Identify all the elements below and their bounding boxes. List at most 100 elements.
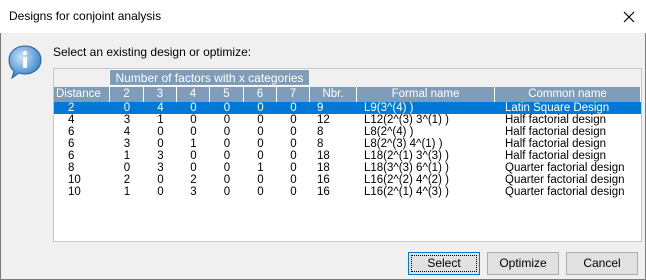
table-cell: 18	[317, 150, 330, 162]
table-cell: 3	[157, 150, 164, 162]
table-cell: L8(2^(4) )	[364, 126, 414, 138]
table-cell: 0	[223, 150, 231, 162]
table-cell: 0	[223, 102, 231, 114]
title-bar: Designs for conjoint analysis	[0, 0, 646, 34]
table-cell: 0	[190, 126, 197, 138]
select-button[interactable]: Select	[408, 252, 480, 275]
table-row[interactable]: 4 3 1 0 0 0 0 12 L12(2^(3) 3^(1) ) Half factorial…	[54, 114, 641, 126]
table-cell: L16(2^(1) 4^(3) )	[364, 186, 449, 198]
table-cell: 0	[290, 186, 297, 198]
table-cell: 2	[123, 174, 131, 186]
table-cell: 8	[317, 126, 324, 138]
table-cell: 3	[123, 138, 131, 150]
table-row[interactable]: 8 0 3 0 0 1 0 18 L18(3^(3) 6^(1) ) Quarter factor…	[54, 162, 641, 174]
table-cell: 0	[157, 126, 164, 138]
column-header-7[interactable]: Nbr. exp.	[310, 87, 357, 115]
table-cell: 6	[68, 150, 75, 162]
table-cell: 0	[257, 114, 264, 126]
table-cell: 9	[317, 102, 324, 114]
table-row[interactable]: 6 1 3 0 0 0 0 18 L18(2^(1) 3^(3) ) Half factorial…	[54, 150, 641, 162]
table-cell: 12	[317, 114, 330, 126]
column-header-2[interactable]: 3	[144, 87, 177, 102]
table-cell: 6	[68, 126, 75, 138]
table-cell: 16	[317, 186, 330, 198]
table-cell: Quarter factorial design	[505, 162, 625, 174]
table-row[interactable]: 2 0 4 0 0 0 0 9 L9(3^(4) ) Latin Square Design	[54, 102, 641, 114]
table-cell: 3	[123, 114, 131, 126]
table-cell: 10	[68, 186, 81, 198]
table-cell: 0	[223, 186, 231, 198]
table-cell: 0	[157, 138, 164, 150]
table-cell: 0	[123, 102, 131, 114]
table-cell: 4	[123, 126, 131, 138]
table-cell: 0	[190, 150, 197, 162]
table-row[interactable]: 10 1 0 3 0 0 0 16 L16(2^(1) 4^(3) ) Quarter facto…	[54, 186, 641, 198]
table-cell: 10	[68, 174, 81, 186]
table-cell: 0	[257, 138, 264, 150]
table-cell: 8	[68, 162, 75, 174]
table-cell: Quarter factorial design	[505, 174, 625, 186]
table-row[interactable]: 6 3 0 1 0 0 0 8 L8(2^(3) 4^(1) ) Half factorial d…	[54, 138, 641, 150]
table-cell: 3	[190, 186, 197, 198]
designs-table[interactable]: Number of factors with x categories Dist…	[53, 68, 642, 242]
column-header-6[interactable]: 7	[277, 87, 310, 102]
group-header-factors: Number of factors with x categories	[109, 69, 310, 86]
table-cell: Latin Square Design	[505, 102, 610, 114]
table-cell: 1	[157, 114, 164, 126]
column-header-0[interactable]: Distance	[54, 87, 110, 102]
table-row[interactable]: 10 2 0 2 0 0 0 16 L16(2^(2) 4^(2) ) Quarter facto…	[54, 174, 641, 186]
table-cell: L9(3^(4) )	[364, 102, 414, 114]
column-header-3[interactable]: 4	[177, 87, 210, 102]
column-header-8[interactable]: Formal name	[357, 87, 495, 102]
table-cell: 0	[257, 174, 264, 186]
instruction-text: Select an existing design or optimize:	[53, 45, 252, 59]
table-cell: 2	[190, 174, 197, 186]
table-cell: 0	[290, 174, 297, 186]
close-icon	[623, 11, 635, 22]
table-cell: 1	[123, 186, 131, 198]
window-title: Designs for conjoint analysis	[9, 9, 162, 23]
table-cell: Half factorial design	[505, 114, 606, 126]
table-cell: 1	[123, 150, 131, 162]
column-header-4[interactable]: 5	[210, 87, 244, 102]
table-cell: 16	[317, 174, 330, 186]
table-cell: 0	[257, 150, 264, 162]
table-cell: Half factorial design	[505, 126, 606, 138]
column-header-1[interactable]: 2	[110, 87, 144, 102]
table-cell: 0	[223, 126, 231, 138]
table-cell: 0	[290, 126, 297, 138]
close-button[interactable]	[612, 0, 646, 33]
table-cell: 1	[257, 162, 264, 174]
table-cell: 0	[223, 114, 231, 126]
table-cell: 0	[290, 150, 297, 162]
table-cell: L18(3^(3) 6^(1) )	[364, 162, 449, 174]
table-cell: 0	[290, 114, 297, 126]
table-cell: 0	[257, 102, 264, 114]
table-cell: 4	[68, 114, 75, 126]
info-icon	[8, 45, 42, 80]
table-cell: Half factorial design	[505, 138, 606, 150]
cancel-button[interactable]: Cancel	[566, 252, 638, 275]
table-cell: L16(2^(2) 4^(2) )	[364, 174, 449, 186]
table-cell: 0	[223, 162, 231, 174]
table-row[interactable]: 6 4 0 0 0 0 0 8 L8(2^(4) ) Half factorial design	[54, 126, 641, 138]
table-cell: 0	[223, 138, 231, 150]
table-cell: 0	[123, 162, 131, 174]
table-cell: 0	[190, 162, 197, 174]
table-rows: 2 0 4 0 0 0 0 9 L9(3^(4) ) Latin Square Design 4 3 1…	[54, 102, 641, 198]
table-cell: 4	[157, 102, 164, 114]
table-cell: 8	[317, 138, 324, 150]
table-cell: 6	[68, 138, 75, 150]
table-cell: 0	[223, 174, 231, 186]
table-cell: Half factorial design	[505, 150, 606, 162]
column-header-5[interactable]: 6	[244, 87, 277, 102]
table-cell: 0	[257, 126, 264, 138]
table-cell: 0	[157, 174, 164, 186]
column-headers: Distance234567Nbr. exp.Formal nameCommon…	[54, 87, 641, 115]
table-cell: 0	[190, 114, 197, 126]
table-cell: 0	[190, 102, 197, 114]
table-cell: Quarter factorial design	[505, 186, 625, 198]
optimize-button[interactable]: Optimize	[487, 252, 559, 275]
column-header-9[interactable]: Common name	[495, 87, 641, 102]
table-cell: 0	[257, 186, 264, 198]
